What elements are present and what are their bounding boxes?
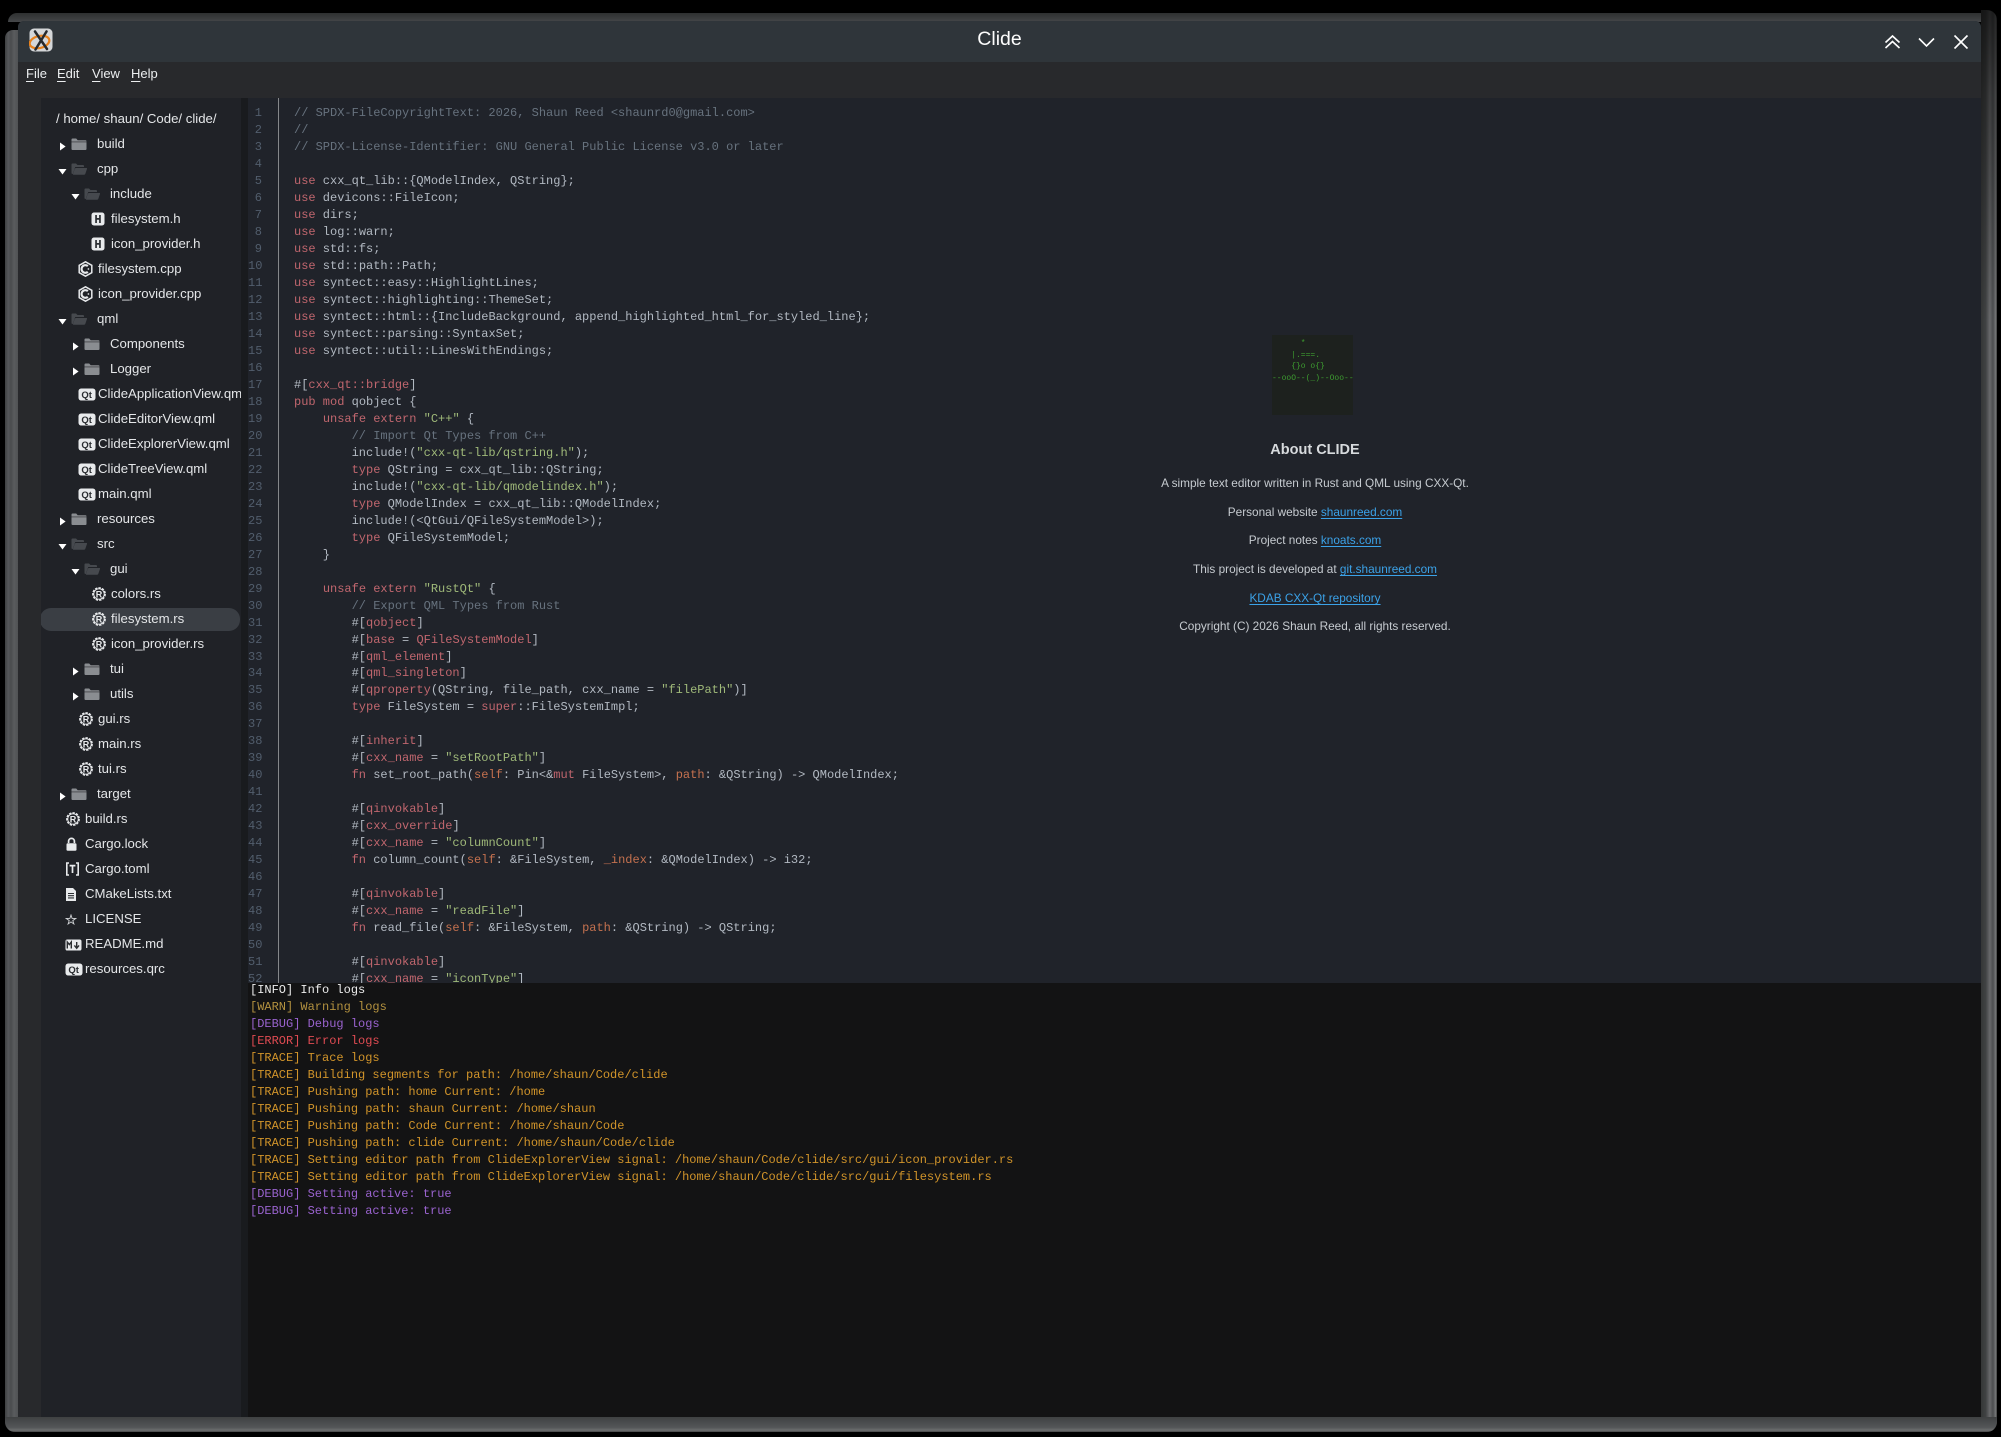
svg-text:R: R: [83, 714, 90, 724]
svg-text:R: R: [96, 589, 103, 599]
svg-text:Qt: Qt: [81, 440, 92, 451]
svg-text:R: R: [83, 739, 90, 749]
svg-text:Qt: Qt: [81, 390, 92, 401]
svg-text:R: R: [96, 614, 103, 624]
svg-text:Qt: Qt: [81, 415, 92, 426]
svg-text:Qt: Qt: [81, 465, 92, 476]
svg-text:Qt: Qt: [68, 965, 79, 976]
svg-text:R: R: [70, 814, 77, 824]
svg-text:R: R: [83, 764, 90, 774]
svg-text:R: R: [96, 639, 103, 649]
svg-text:Qt: Qt: [81, 490, 92, 501]
